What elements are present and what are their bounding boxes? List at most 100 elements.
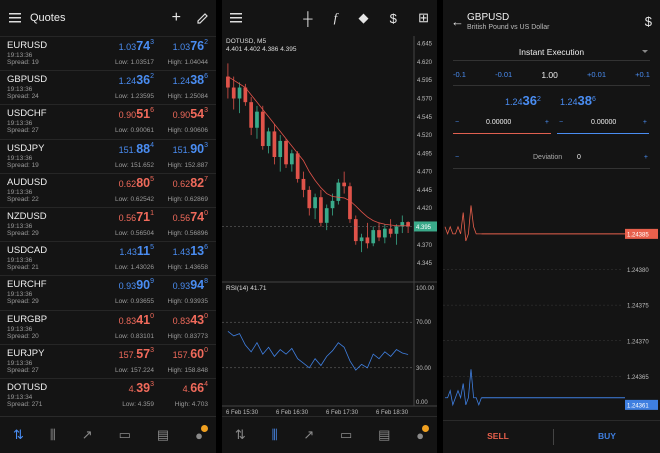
quote-spread: Spread: 20 <box>7 332 39 340</box>
trade-tab-icon[interactable]: ↗ <box>303 427 314 443</box>
tp-plus-icon[interactable]: + <box>643 119 647 126</box>
sl-plus-icon[interactable]: + <box>545 119 549 126</box>
quote-row[interactable]: EURUSD 19:13:36 Spread: 19 1.03743 1.03762 Lo… <box>0 36 216 70</box>
buy-button[interactable]: BUY <box>554 431 660 441</box>
quote-time: 19:13:34 <box>7 394 33 401</box>
quote-row[interactable]: AUDUSD 19:13:36 Spread: 22 0.62805 0.62827 Lo… <box>0 172 216 207</box>
rsi-tick-label: 70.00 <box>416 320 432 326</box>
messages-tab-icon[interactable]: ● <box>416 424 430 443</box>
candle-body <box>289 153 294 165</box>
quotes-tab-icon[interactable]: ⇅ <box>13 427 24 443</box>
objects-icon[interactable]: ◆ <box>358 10 368 26</box>
history-tab-icon[interactable]: ▭ <box>340 427 352 443</box>
order-bid-price: 1.24362 <box>505 93 541 108</box>
quote-spread: Spread: 19 <box>7 161 39 169</box>
volume-minus-0-01[interactable]: -0.01 <box>495 70 512 82</box>
quote-ask: 0.62827 <box>172 175 208 190</box>
deviation-field[interactable]: − Deviation 0 + <box>453 154 650 169</box>
quote-row[interactable]: EURCHF 19:13:36 Spread: 29 0.93909 0.93948 Lo… <box>0 275 216 309</box>
tick-price-label: 1.24370 <box>627 339 649 345</box>
quote-symbol: EURCHF <box>7 279 47 291</box>
deviation-plus-icon[interactable]: + <box>644 154 648 161</box>
quote-bid: 0.90516 <box>118 107 154 122</box>
volume-minus-0-1[interactable]: -0.1 <box>453 70 466 82</box>
sl-minus-icon[interactable]: − <box>455 119 459 126</box>
volume-plus-0-1[interactable]: +0.1 <box>635 70 650 82</box>
news-tab-icon[interactable]: ▤ <box>157 427 169 443</box>
chart-toolbar: ┼ f ◆ $ ⊞ <box>222 0 437 36</box>
quote-symbol: GBPUSD <box>7 74 48 86</box>
quote-ask: 1.03762 <box>172 39 208 53</box>
crosshair-icon[interactable]: ┼ <box>303 11 312 26</box>
edit-icon[interactable] <box>197 12 208 24</box>
volume-plus-0-01[interactable]: +0.01 <box>587 70 606 82</box>
quote-low: Low: 157.224 <box>114 366 154 374</box>
quote-low: Low: 4.359 <box>122 401 154 408</box>
order-action-bar: SELL BUY <box>443 420 660 453</box>
candle-body <box>295 153 300 179</box>
tp-minus-icon[interactable]: − <box>559 119 563 126</box>
quote-row[interactable]: NZDUSD 19:13:36 Spread: 29 0.56711 0.56740 Lo… <box>0 207 216 241</box>
quote-symbol: AUDUSD <box>7 176 48 188</box>
chart-tab-icon[interactable]: ⫼ <box>272 427 278 443</box>
price-chart[interactable]: 4.645 4.620 4.595 4.570 4.545 4.520 4.495 4.470… <box>222 36 437 416</box>
quote-row[interactable]: USDCAD 19:13:36 Spread: 21 1.43115 1.43136 Lo… <box>0 241 216 275</box>
quote-ask: 0.56740 <box>172 210 208 224</box>
indicators-icon[interactable]: f <box>334 10 338 26</box>
new-order-icon[interactable]: ⊞ <box>418 10 429 26</box>
quote-symbol: USDCHF <box>7 108 47 120</box>
messages-tab-icon[interactable]: ● <box>195 424 208 443</box>
back-arrow-icon[interactable]: ← <box>451 14 464 29</box>
candle-body <box>237 87 242 99</box>
candle-body <box>330 200 335 209</box>
deviation-minus-icon[interactable]: − <box>455 154 459 161</box>
quote-low: Low: 0.56504 <box>114 230 154 237</box>
order-symbol-description: British Pound vs US Dollar <box>467 24 550 31</box>
quote-high: High: 0.93935 <box>167 298 208 306</box>
candle-body <box>359 237 364 242</box>
stop-loss-field[interactable]: − 0.00000 + <box>453 119 551 134</box>
quote-time: 19:13:36 <box>7 359 33 367</box>
quote-row[interactable]: DOTUSD 19:13:34 Spread: 271 4.393 4.664 Low: … <box>0 378 216 412</box>
trade-tab-icon[interactable]: ↗ <box>82 427 93 443</box>
quote-row[interactable]: EURJPY 19:13:36 Spread: 27 157.573 157.600 Lo… <box>0 343 216 378</box>
add-icon[interactable]: + <box>172 9 181 27</box>
history-tab-icon[interactable]: ▭ <box>119 427 131 443</box>
candle-body <box>266 131 271 147</box>
quote-time: 19:13:36 <box>7 52 33 59</box>
tick-price-label: 1.24380 <box>627 268 649 274</box>
quote-time: 19:13:36 <box>7 223 33 230</box>
tick-price-label: 1.24375 <box>627 304 649 310</box>
symbol-icon[interactable]: $ <box>390 11 397 26</box>
quote-bid: 1.43115 <box>119 244 154 259</box>
take-profit-field[interactable]: − 0.00000 + <box>557 119 649 134</box>
candle-body <box>371 230 376 244</box>
candle-body <box>226 76 230 88</box>
order-ask-price: 1.24386 <box>560 93 596 108</box>
quote-symbol: NZDUSD <box>7 211 47 222</box>
candle-body <box>394 226 399 234</box>
sell-button[interactable]: SELL <box>443 431 553 441</box>
quote-row[interactable]: EURGBP 19:13:36 Spread: 20 0.83410 0.83430 Lo… <box>0 309 216 344</box>
quote-time: 19:13:36 <box>7 86 33 94</box>
quote-symbol: EURJPY <box>7 347 45 359</box>
quote-high: High: 1.25084 <box>167 93 208 101</box>
quote-ask: 1.43136 <box>172 244 208 259</box>
menu-icon[interactable] <box>8 13 22 23</box>
quote-bid: 0.93909 <box>118 278 154 293</box>
symbol-switch-icon[interactable]: $ <box>645 14 652 29</box>
rsi-tick-label: 0.00 <box>416 400 428 406</box>
quote-symbol: EURUSD <box>7 40 48 51</box>
quote-time: 19:13:36 <box>7 120 33 128</box>
menu-icon[interactable] <box>230 13 242 23</box>
news-tab-icon[interactable]: ▤ <box>378 427 390 443</box>
candle-body <box>307 189 312 209</box>
chart-tab-icon[interactable]: ⫼ <box>50 427 56 443</box>
volume-value[interactable]: 1.00 <box>541 70 558 82</box>
bottom-nav: ⇅ ⫼ ↗ ▭ ▤ ● <box>0 416 216 453</box>
quote-row[interactable]: USDCHF 19:13:36 Spread: 27 0.90516 0.90543 Lo… <box>0 104 216 138</box>
quote-row[interactable]: USDJPY 19:13:36 Spread: 19 151.884 151.903 Lo… <box>0 138 216 173</box>
quotes-tab-icon[interactable]: ⇅ <box>235 427 246 443</box>
execution-type-select[interactable]: Instant Execution <box>453 42 650 61</box>
quote-row[interactable]: GBPUSD 19:13:36 Spread: 24 1.24362 1.24386 Lo… <box>0 70 216 104</box>
